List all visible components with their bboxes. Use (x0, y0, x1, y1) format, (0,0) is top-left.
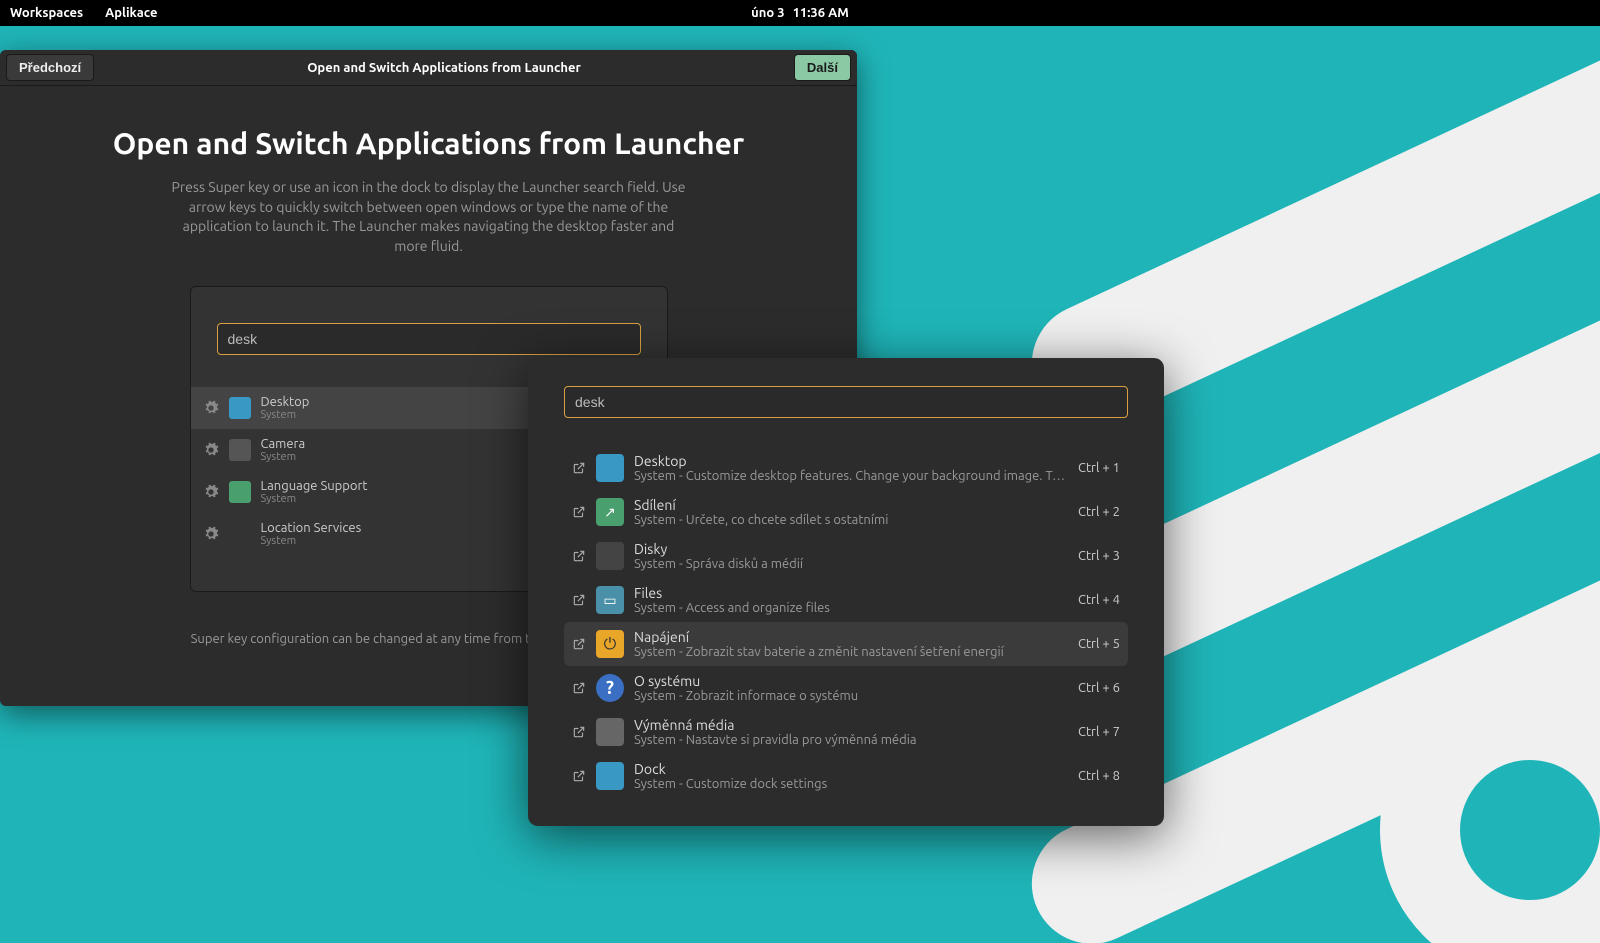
app-icon: ↗ (596, 498, 624, 526)
result-shortcut: Ctrl + 3 (1078, 549, 1120, 563)
result-description: System - Customize dock settings (634, 777, 1068, 791)
result-name: Desktop (634, 453, 1068, 469)
next-button[interactable]: Další (794, 54, 851, 81)
app-icon: ▭ (596, 586, 624, 614)
app-icon (229, 439, 251, 461)
new-window-icon (572, 681, 586, 695)
result-shortcut: Ctrl + 1 (1078, 461, 1120, 475)
gear-icon (203, 442, 219, 458)
top-bar: Workspaces Aplikace úno 3 11:36 AM (0, 0, 1600, 26)
result-description: System - Zobrazit informace o systému (634, 689, 1068, 703)
app-icon (596, 718, 624, 746)
app-icon: ? (596, 674, 624, 702)
applications-menu[interactable]: Aplikace (105, 6, 157, 20)
result-description: System - Customize desktop features. Cha… (634, 469, 1068, 483)
result-description: System - Nastavte si pravidla pro výměnn… (634, 733, 1068, 747)
app-icon (596, 542, 624, 570)
result-description: System - Určete, co chcete sdílet s osta… (634, 513, 1068, 527)
launcher-popup: DesktopSystem - Customize desktop featur… (528, 358, 1164, 826)
result-shortcut: Ctrl + 8 (1078, 769, 1120, 783)
page-heading: Open and Switch Applications from Launch… (60, 126, 797, 160)
result-name: Dock (634, 761, 1068, 777)
new-window-icon (572, 725, 586, 739)
clock-time[interactable]: 11:36 AM (793, 6, 849, 20)
clock-date[interactable]: úno 3 (751, 6, 784, 20)
window-header: Předchozí Open and Switch Applications f… (0, 50, 857, 86)
window-title: Open and Switch Applications from Launch… (307, 61, 581, 75)
launcher-result-item[interactable]: DiskySystem - Správa disků a médií Ctrl +… (564, 534, 1128, 578)
result-name: Sdílení (634, 497, 1068, 513)
gear-icon (203, 526, 219, 542)
launcher-result-item[interactable]: ▭ FilesSystem - Access and organize files… (564, 578, 1128, 622)
app-icon (596, 454, 624, 482)
result-shortcut: Ctrl + 4 (1078, 593, 1120, 607)
result-shortcut: Ctrl + 5 (1078, 637, 1120, 651)
app-icon: ⏻ (596, 630, 624, 658)
demo-search-input (217, 323, 641, 355)
launcher-result-item[interactable]: ⏻ NapájeníSystem - Zobrazit stav baterie … (564, 622, 1128, 666)
previous-button[interactable]: Předchozí (6, 54, 94, 81)
new-window-icon (572, 769, 586, 783)
result-name: Files (634, 585, 1068, 601)
new-window-icon (572, 549, 586, 563)
gear-icon (203, 400, 219, 416)
result-shortcut: Ctrl + 7 (1078, 725, 1120, 739)
result-name: Disky (634, 541, 1068, 557)
result-description: System - Access and organize files (634, 601, 1068, 615)
gear-icon (203, 484, 219, 500)
app-icon (229, 523, 251, 545)
launcher-result-item[interactable]: ↗ SdíleníSystem - Určete, co chcete sdíle… (564, 490, 1128, 534)
result-shortcut: Ctrl + 2 (1078, 505, 1120, 519)
result-shortcut: Ctrl + 6 (1078, 681, 1120, 695)
new-window-icon (572, 505, 586, 519)
app-icon (596, 762, 624, 790)
result-name: Napájení (634, 629, 1068, 645)
new-window-icon (572, 593, 586, 607)
result-name: O systému (634, 673, 1068, 689)
app-icon (229, 397, 251, 419)
result-description: System - Správa disků a médií (634, 557, 1068, 571)
result-description: System - Zobrazit stav baterie a změnit … (634, 645, 1068, 659)
launcher-result-item[interactable]: Výměnná médiaSystem - Nastavte si pravid… (564, 710, 1128, 754)
app-icon (229, 481, 251, 503)
new-window-icon (572, 637, 586, 651)
new-window-icon (572, 461, 586, 475)
workspaces-menu[interactable]: Workspaces (10, 6, 83, 20)
result-name: Výměnná média (634, 717, 1068, 733)
launcher-result-item[interactable]: ? O systémuSystem - Zobrazit informace o … (564, 666, 1128, 710)
launcher-result-item[interactable]: DockSystem - Customize dock settings Ctrl… (564, 754, 1128, 798)
launcher-search-input[interactable] (564, 386, 1128, 418)
page-description: Press Super key or use an icon in the do… (169, 178, 689, 256)
launcher-result-item[interactable]: DesktopSystem - Customize desktop featur… (564, 446, 1128, 490)
